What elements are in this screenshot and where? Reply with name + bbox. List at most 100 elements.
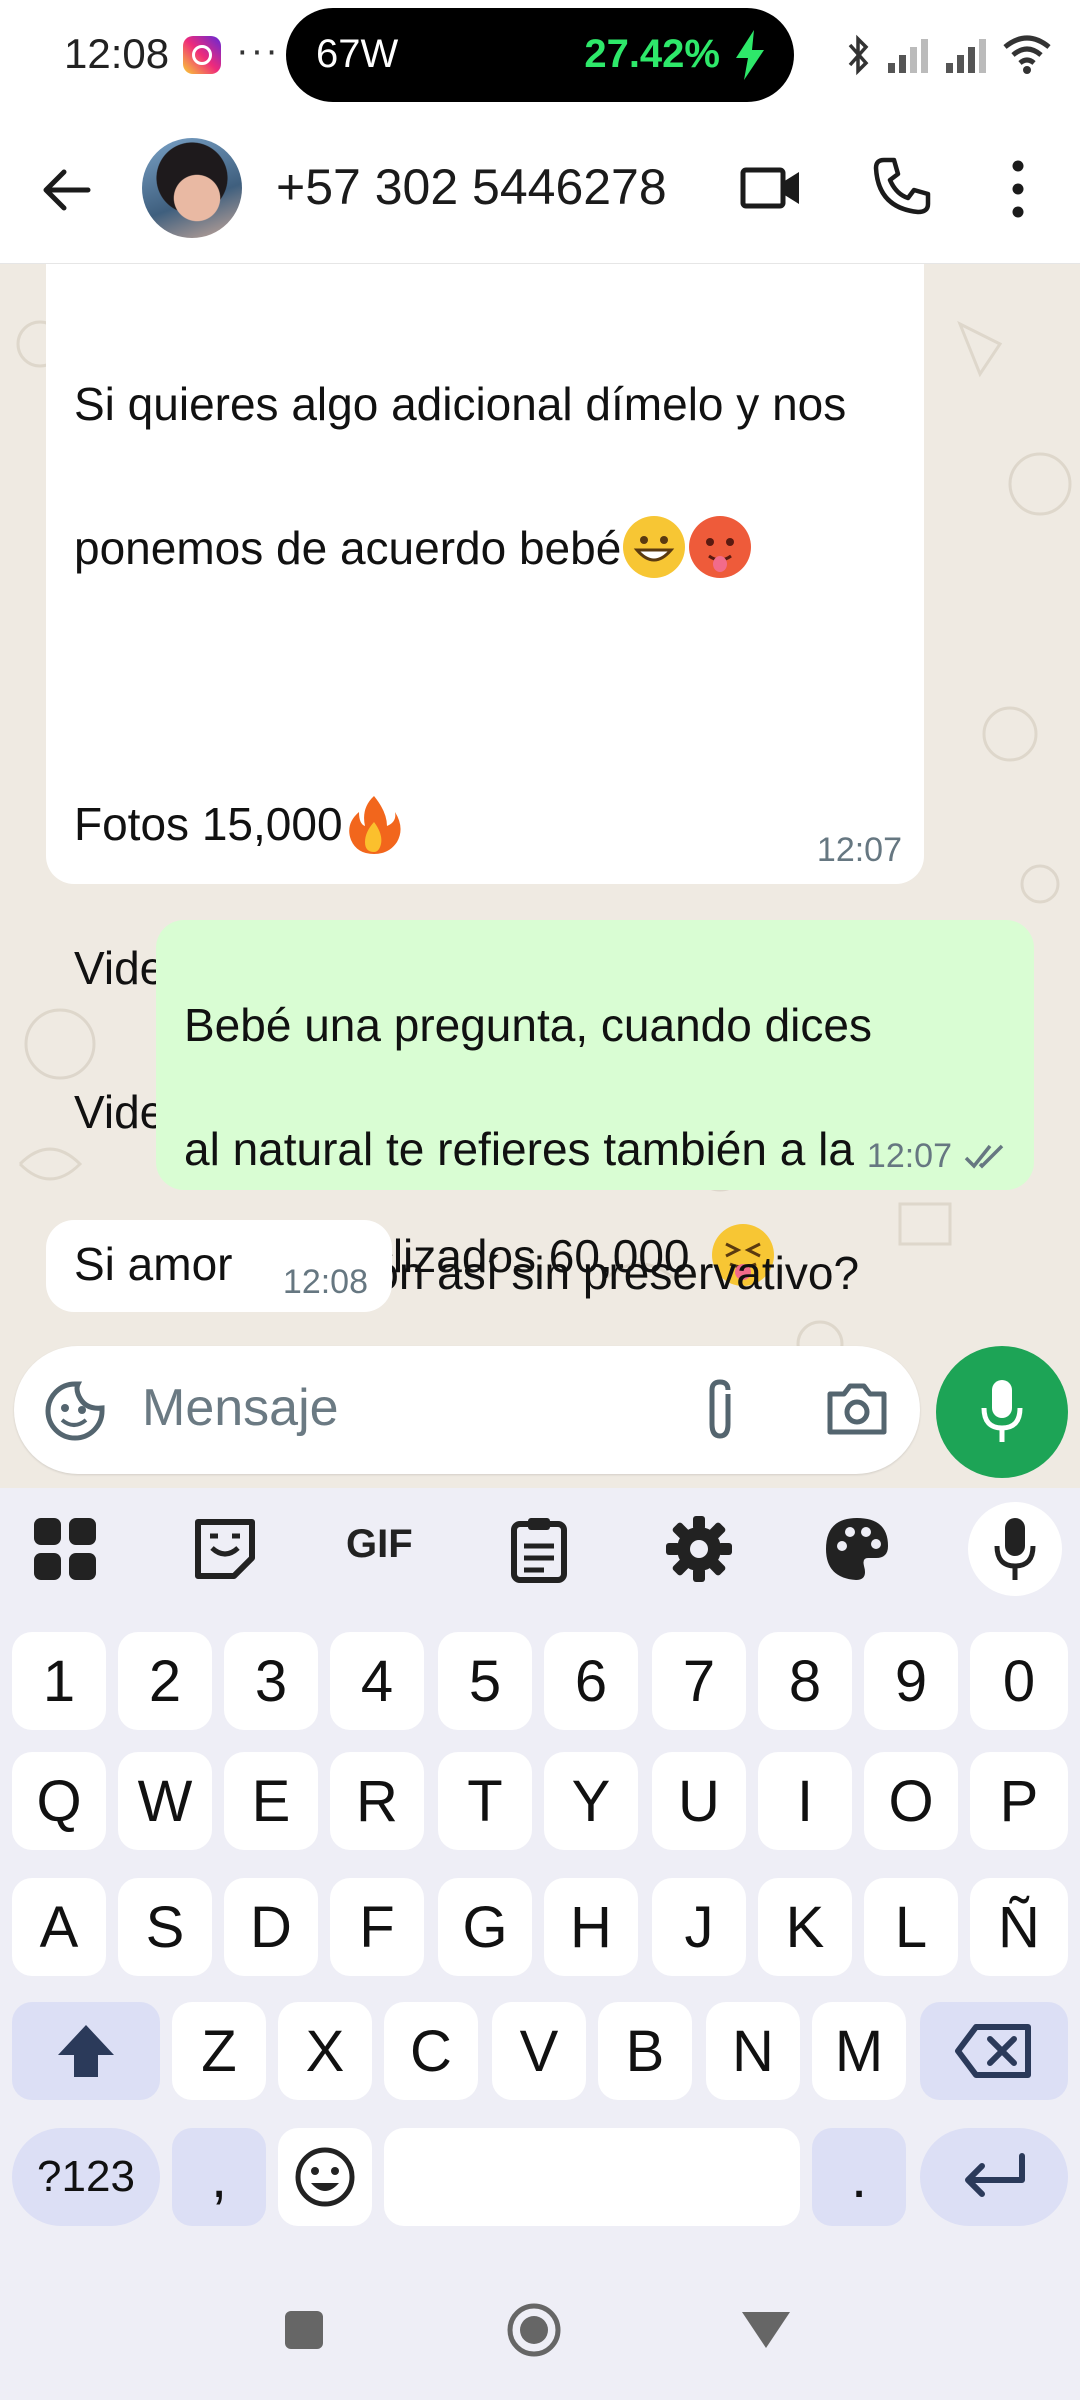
backspace-key[interactable] <box>920 2002 1068 2100</box>
wifi-icon <box>1003 35 1051 74</box>
sticker-icon[interactable] <box>44 1380 106 1442</box>
incoming-message[interactable]: Si quieres algo adicional dímelo y nos p… <box>46 264 924 1286</box>
video-call-icon[interactable] <box>740 162 802 214</box>
period-key[interactable]: . <box>812 2128 906 2226</box>
back-triangle-icon[interactable] <box>740 2310 792 2350</box>
status-time: 12:08 <box>64 30 170 77</box>
key-i[interactable]: I <box>758 1752 852 1850</box>
key-p[interactable]: P <box>970 1752 1068 1850</box>
hot-face-emoji-icon <box>689 516 752 578</box>
keyboard-voice-button[interactable] <box>968 1502 1062 1596</box>
key-0[interactable]: 0 <box>970 1632 1068 1730</box>
contact-avatar[interactable] <box>142 138 242 238</box>
key-u[interactable]: U <box>652 1752 746 1850</box>
key-w[interactable]: W <box>118 1752 212 1850</box>
key-n-tilde[interactable]: Ñ <box>970 1878 1068 1976</box>
message-line: ponemos de acuerdo bebé <box>74 522 622 574</box>
message-text: Si amor <box>74 1238 233 1290</box>
more-vert-icon[interactable] <box>1000 158 1036 220</box>
chat-header: +57 302 5446278 <box>0 110 1080 264</box>
message-line: al natural te refieres también a la <box>184 1123 854 1175</box>
instagram-icon <box>183 36 221 74</box>
key-f[interactable]: F <box>330 1878 424 1976</box>
key-6[interactable]: 6 <box>544 1632 638 1730</box>
key-z[interactable]: Z <box>172 2002 266 2100</box>
clipboard-icon[interactable] <box>504 1514 574 1584</box>
key-d[interactable]: D <box>224 1878 318 1976</box>
key-2[interactable]: 2 <box>118 1632 212 1730</box>
grinning-emoji-icon <box>623 516 686 578</box>
settings-gear-icon[interactable] <box>664 1514 734 1584</box>
key-a[interactable]: A <box>12 1878 106 1976</box>
double-check-read-icon <box>964 1144 1004 1169</box>
key-q[interactable]: Q <box>12 1752 106 1850</box>
signal-icon <box>888 39 928 73</box>
key-e[interactable]: E <box>224 1752 318 1850</box>
key-k[interactable]: K <box>758 1878 852 1976</box>
key-7[interactable]: 7 <box>652 1632 746 1730</box>
key-y[interactable]: Y <box>544 1752 638 1850</box>
key-s[interactable]: S <box>118 1878 212 1976</box>
key-t[interactable]: T <box>438 1752 532 1850</box>
lightning-bolt-icon <box>736 30 764 80</box>
contact-name[interactable]: +57 302 5446278 <box>276 158 667 216</box>
key-j[interactable]: J <box>652 1878 746 1976</box>
key-v[interactable]: V <box>492 2002 586 2100</box>
key-4[interactable]: 4 <box>330 1632 424 1730</box>
key-l[interactable]: L <box>864 1878 958 1976</box>
key-1[interactable]: 1 <box>12 1632 106 1730</box>
back-arrow-icon[interactable] <box>36 160 96 220</box>
charging-pill: 67W 27.42% <box>286 8 794 102</box>
key-c[interactable]: C <box>384 2002 478 2100</box>
status-icons <box>846 30 1052 80</box>
key-5[interactable]: 5 <box>438 1632 532 1730</box>
message-line: Bebé una pregunta, cuando dices <box>184 999 872 1051</box>
more-notifications-indicator: ··· <box>236 30 280 72</box>
shift-key[interactable] <box>12 2002 160 2100</box>
key-g[interactable]: G <box>438 1878 532 1976</box>
enter-icon <box>965 2153 1025 2197</box>
emoji-key[interactable] <box>278 2128 372 2226</box>
enter-key[interactable] <box>920 2128 1068 2226</box>
message-input[interactable]: Mensaje <box>142 1378 339 1438</box>
key-r[interactable]: R <box>330 1752 424 1850</box>
signal-icon <box>946 39 986 73</box>
mic-icon <box>981 1380 1023 1442</box>
recents-square-icon[interactable] <box>282 2308 326 2352</box>
gif-button[interactable]: GIF <box>346 1522 413 1567</box>
phone-icon[interactable] <box>870 156 932 218</box>
key-h[interactable]: H <box>544 1878 638 1976</box>
message-time: 12:07 <box>816 831 902 869</box>
palette-icon[interactable] <box>822 1514 892 1584</box>
comma-key[interactable]: , <box>172 2128 266 2226</box>
camera-icon[interactable] <box>826 1380 888 1436</box>
message-time: 12:08 <box>282 1263 368 1301</box>
key-8[interactable]: 8 <box>758 1632 852 1730</box>
apps-grid-icon[interactable] <box>30 1514 100 1584</box>
bluetooth-icon <box>848 34 869 76</box>
fire-emoji-icon <box>343 792 405 854</box>
keyboard-toolbar: GIF <box>0 1488 1080 1610</box>
space-key[interactable] <box>384 2128 800 2226</box>
chat-area[interactable]: Si quieres algo adicional dímelo y nos p… <box>0 264 1080 1488</box>
incoming-message[interactable]: Si amor 12:08 <box>46 1220 392 1312</box>
key-b[interactable]: B <box>598 2002 692 2100</box>
message-line: Si quieres algo adicional dímelo y nos <box>74 378 847 430</box>
attach-icon[interactable] <box>694 1376 746 1444</box>
emoji-icon <box>295 2147 355 2207</box>
key-n[interactable]: N <box>706 2002 800 2100</box>
key-9[interactable]: 9 <box>864 1632 958 1730</box>
shift-icon <box>58 2025 114 2077</box>
voice-message-button[interactable] <box>936 1346 1068 1478</box>
home-circle-icon[interactable] <box>506 2302 562 2358</box>
key-x[interactable]: X <box>278 2002 372 2100</box>
price-fotos: Fotos 15,000 <box>74 798 343 850</box>
key-o[interactable]: O <box>864 1752 958 1850</box>
message-time: 12:07 <box>866 1137 952 1175</box>
outgoing-message[interactable]: Bebé una pregunta, cuando dices al natur… <box>156 920 1034 1299</box>
sticker-icon[interactable] <box>190 1514 260 1584</box>
message-composer[interactable]: Mensaje <box>14 1346 920 1474</box>
key-3[interactable]: 3 <box>224 1632 318 1730</box>
key-m[interactable]: M <box>812 2002 906 2100</box>
symbols-key[interactable]: ?123 <box>12 2128 160 2226</box>
